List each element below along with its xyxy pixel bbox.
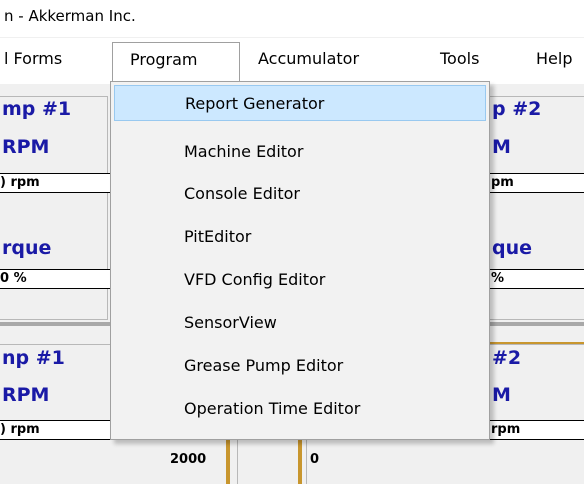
pump1-bottom-title: np #1 [2, 347, 65, 369]
pump1-top-title: mp #1 [2, 98, 72, 120]
pump2-bottom-value: 0 [310, 452, 320, 467]
menuitem-label: Operation Time Editor [184, 399, 361, 418]
pump2-top-title: p #2 [492, 98, 542, 120]
menuitem-label: Machine Editor [184, 142, 304, 161]
pump2-bottom-rpm-label: M [492, 384, 511, 406]
menuitem-grease-pump-editor[interactable]: Grease Pump Editor [114, 348, 486, 384]
menu-tools[interactable]: Tools [440, 49, 479, 68]
window-title: n - Akkerman Inc. [4, 7, 136, 25]
menuitem-operation-time-editor[interactable]: Operation Time Editor [114, 391, 486, 427]
menuitem-label: Console Editor [184, 184, 300, 203]
pump2-top-torque-value: % [489, 269, 584, 289]
pump1-top-rpm-label: RPM [2, 136, 50, 158]
menuitem-piteditor[interactable]: PitEditor [114, 219, 486, 255]
menu-accumulator[interactable]: Accumulator [258, 49, 359, 68]
menuitem-label: PitEditor [184, 227, 252, 246]
menu-help[interactable]: Help [536, 49, 572, 68]
menuitem-sensorview[interactable]: SensorView [114, 305, 486, 341]
menuitem-machine-editor[interactable]: Machine Editor [114, 134, 486, 170]
pump1-bottom-rpm-label: RPM [2, 384, 50, 406]
pump1-top-rpm-value: ) rpm [0, 173, 112, 193]
pump1-top-torque-value: 0 % [0, 269, 112, 289]
pump2-top-rpm-label: M [492, 136, 511, 158]
program-dropdown-menu: Report Generator Machine Editor Console … [110, 81, 490, 440]
menu-program-label: Program [130, 50, 198, 69]
menuitem-label: Report Generator [185, 94, 325, 113]
application-window: n - Akkerman Inc. l Forms Program Accumu… [0, 0, 584, 484]
pump2-top-torque-label: que [492, 237, 533, 259]
pump1-bottom-value: 2000 [170, 452, 207, 467]
menu-program[interactable]: Program [112, 42, 240, 84]
menu-forms[interactable]: l Forms [4, 49, 62, 68]
menuitem-vfd-config-editor[interactable]: VFD Config Editor [114, 262, 486, 298]
menuitem-label: Grease Pump Editor [184, 356, 344, 375]
title-bar: n - Akkerman Inc. [0, 0, 584, 37]
divider-left [0, 322, 110, 326]
divider-right [486, 322, 584, 326]
menuitem-label: VFD Config Editor [184, 270, 326, 289]
menuitem-report-generator[interactable]: Report Generator [114, 85, 486, 121]
pump2-top-rpm-value: pm [489, 173, 584, 193]
menu-bar: l Forms Program Accumulator Tools Help [0, 38, 584, 84]
pump1-top-torque-label: rque [2, 237, 52, 259]
menuitem-console-editor[interactable]: Console Editor [114, 176, 486, 212]
pump2-bottom-title: #2 [492, 347, 522, 369]
menuitem-label: SensorView [184, 313, 277, 332]
